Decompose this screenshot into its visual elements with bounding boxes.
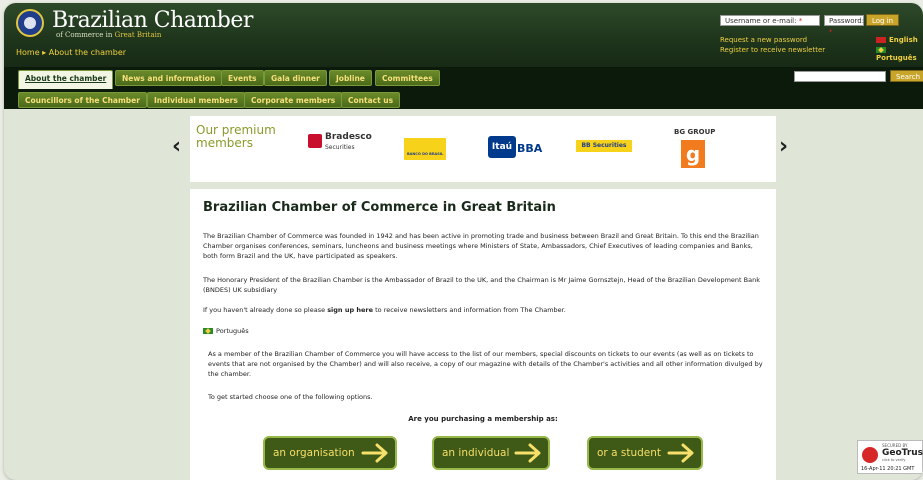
bradesco-sub: Securities <box>325 144 355 151</box>
password-label: Password: <box>829 17 865 25</box>
itau-bba-text[interactable]: BBA <box>517 142 542 155</box>
organisation-button-label: an organisation <box>273 447 355 459</box>
lang-english-link[interactable]: English <box>876 36 918 44</box>
password-required-mark: * <box>829 28 833 36</box>
geotrust-name: GeoTrust <box>882 448 923 458</box>
uk-flag-icon <box>876 37 886 43</box>
signup-text-b: to receive newsletters and information f… <box>373 306 566 314</box>
logo-title[interactable]: Brazilian Chamber <box>52 8 253 33</box>
tab-contact-us[interactable]: Contact us <box>341 92 401 108</box>
main-content: Brazilian Chamber of Commerce in Great B… <box>190 189 776 480</box>
tab-jobline[interactable]: Jobline <box>329 70 372 86</box>
bradesco-name: Bradesco <box>325 132 372 142</box>
geotrust-icon <box>862 447 878 463</box>
brazil-flag-icon <box>876 47 886 53</box>
student-button[interactable]: or a student <box>587 436 703 470</box>
signup-text-a: If you haven't already done so please <box>203 306 328 314</box>
president-paragraph: The Honorary President of the Brazilian … <box>203 276 760 294</box>
geotrust-seal[interactable]: SECURED BY GeoTrust click to verify 16-A… <box>857 440 923 474</box>
primary-nav: About the chamber News and information E… <box>4 67 923 92</box>
bb-securities-logo[interactable]: BB Securities <box>576 140 632 152</box>
password-field[interactable]: Password: * <box>824 15 865 36</box>
register-newsletter-link[interactable]: Register to receive newsletter <box>720 46 825 54</box>
carousel-prev-arrow[interactable]: ‹ <box>172 134 181 159</box>
bradesco-logo[interactable]: Bradesco Securities <box>325 132 372 153</box>
secondary-nav: Councillors of the Chamber Individual me… <box>4 89 923 109</box>
arrow-right-icon <box>361 443 388 463</box>
tab-councillors[interactable]: Councillors of the Chamber <box>18 92 147 108</box>
chamber-logo-icon[interactable] <box>16 9 44 37</box>
bb-text: BANCO DO BRASIL <box>407 152 444 156</box>
tab-committees[interactable]: Committees <box>375 70 440 86</box>
individual-button-label: an individual <box>442 447 510 459</box>
premium-title-line2: members <box>196 136 253 150</box>
student-button-label: or a student <box>597 447 661 459</box>
premium-members-title: Our premium members <box>196 124 276 150</box>
lang-portugues-label: Português <box>876 54 917 62</box>
tab-individual-members[interactable]: Individual members <box>147 92 245 108</box>
tab-news[interactable]: News and information <box>115 70 223 86</box>
get-started-text: To get started choose one of the followi… <box>208 393 373 401</box>
organisation-button[interactable]: an organisation <box>263 436 397 470</box>
portugues-link[interactable]: Português <box>203 327 249 335</box>
search-input[interactable] <box>794 71 886 82</box>
bg-group-logo[interactable]: g <box>681 140 705 168</box>
tab-events[interactable]: Events <box>221 70 264 86</box>
lang-english-label: English <box>889 36 918 44</box>
premium-members-carousel: Our premium members Bradesco Securities … <box>190 116 776 182</box>
tab-gala-dinner[interactable]: Gala dinner <box>264 70 327 86</box>
geotrust-click: click to verify <box>882 458 906 462</box>
site-header: Brazilian Chamber of Commerce in Great B… <box>4 3 923 67</box>
username-field[interactable]: Username or e-mail: * <box>720 15 820 26</box>
breadcrumb-separator: ▸ <box>39 48 49 57</box>
username-label: Username or e-mail: <box>725 17 799 25</box>
carousel-next-arrow[interactable]: › <box>779 134 788 159</box>
banco-do-brasil-logo[interactable]: BANCO DO BRASIL <box>404 138 446 160</box>
itau-logo[interactable]: Itaú <box>488 136 516 158</box>
arrow-right-icon <box>514 443 541 463</box>
portugues-label: Português <box>216 327 249 335</box>
breadcrumb-home[interactable]: Home <box>16 48 40 57</box>
brazil-flag-icon <box>203 328 213 334</box>
logo-subtitle-a: of Commerce in <box>56 31 115 39</box>
username-required-mark: * <box>798 17 803 25</box>
login-button[interactable]: Log in <box>866 14 900 26</box>
breadcrumb: Home ▸ About the chamber <box>16 48 126 57</box>
signup-paragraph: If you haven't already done so please si… <box>203 305 763 315</box>
bradesco-logo-icon[interactable] <box>308 134 322 148</box>
logo-subtitle: of Commerce in Great Britain <box>56 31 161 39</box>
tab-corporate-members[interactable]: Corporate members <box>244 92 343 108</box>
intro-paragraph: The Brazilian Chamber of Commerce was fo… <box>203 232 759 260</box>
arrow-right-icon <box>667 443 694 463</box>
breadcrumb-current[interactable]: About the chamber <box>49 48 126 57</box>
search-button[interactable]: Search <box>890 70 923 82</box>
browser-frame: Brazilian Chamber of Commerce in Great B… <box>4 3 923 480</box>
membership-paragraph: As a member of the Brazilian Chamber of … <box>208 350 763 378</box>
request-password-link[interactable]: Request a new password <box>720 36 807 44</box>
membership-question: Are you purchasing a membership as: <box>408 415 558 423</box>
page-title: Brazilian Chamber of Commerce in Great B… <box>203 200 556 215</box>
geotrust-date: 16-Apr-11 20:21 GMT <box>861 466 915 472</box>
bg-group-label[interactable]: BG GROUP <box>674 128 715 136</box>
lang-portugues-link[interactable]: Português <box>876 46 923 62</box>
signup-link[interactable]: sign up here <box>327 306 373 314</box>
logo-subtitle-b: Great Britain <box>114 31 162 39</box>
individual-button[interactable]: an individual <box>432 436 550 470</box>
